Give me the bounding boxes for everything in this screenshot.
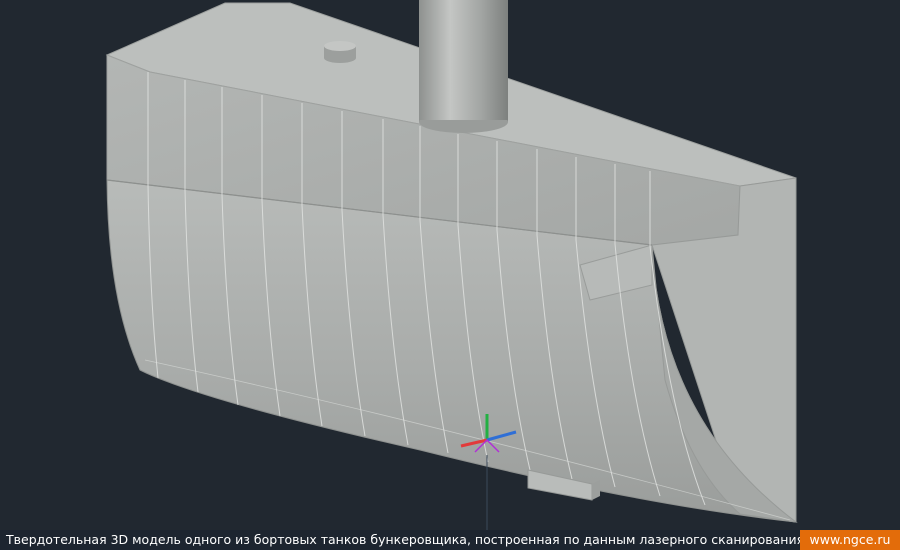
caption-bar: Твердотельная 3D модель одного из бортов…	[0, 530, 900, 550]
top-boss	[324, 41, 356, 63]
vertical-pipe	[419, 0, 508, 133]
site-link[interactable]: www.ngce.ru	[800, 530, 900, 550]
cad-viewport[interactable]	[0, 0, 900, 530]
image-caption: Твердотельная 3D модель одного из бортов…	[0, 530, 800, 550]
model-canvas	[105, 0, 798, 530]
